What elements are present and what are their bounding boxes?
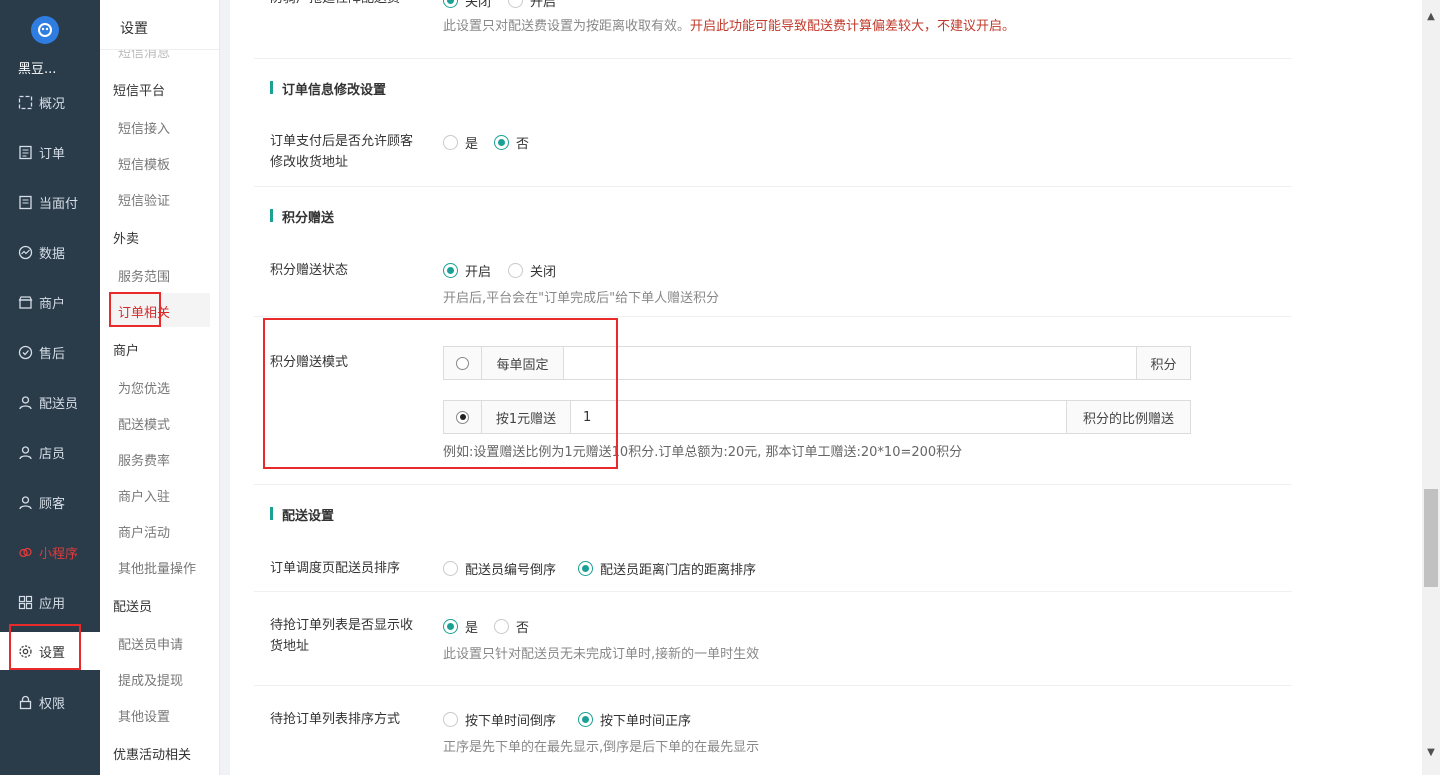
aftersale-icon bbox=[18, 345, 33, 359]
section-title-delivery: 配送设置 bbox=[270, 505, 334, 524]
scrollbar-thumb[interactable] bbox=[1424, 489, 1438, 587]
scroll-down-icon[interactable]: ▼ bbox=[1426, 748, 1436, 758]
brand-name: 黑豆... bbox=[18, 62, 57, 77]
overview-icon bbox=[18, 95, 33, 109]
subnav-item-service-area[interactable]: 服务范围 bbox=[118, 266, 170, 285]
subnav-item-order-related[interactable]: 订单相关 bbox=[110, 293, 210, 327]
nav-item-miniprogram[interactable]: 小程序 bbox=[0, 532, 100, 572]
distance-fee-label: 防骑户拖延性降配送费 bbox=[270, 0, 420, 9]
subnav-item-merchant-activity[interactable]: 商户活动 bbox=[118, 522, 170, 541]
subnav-item-sms-template[interactable]: 短信模板 bbox=[118, 154, 170, 173]
row-order-sort bbox=[254, 686, 1292, 775]
order-sort-hint: 正序是先下单的在最先显示,倒序是后下单的在最先显示 bbox=[443, 740, 760, 755]
points-fixed-radio[interactable] bbox=[444, 347, 482, 379]
nav-item-aftersale[interactable]: 售后 bbox=[0, 332, 100, 372]
nav-item-permissions[interactable]: 权限 bbox=[0, 682, 100, 722]
nav-item-order[interactable]: 订单 bbox=[0, 132, 100, 172]
points-ratio-group: 按1元赠送 1 积分的比例赠送 bbox=[443, 400, 1191, 434]
lock-icon bbox=[19, 695, 32, 709]
order-sort-desc-radio[interactable]: 按下单时间倒序 bbox=[443, 710, 556, 729]
points-mode-hint: 例如:设置赠送比例为1元赠送10积分.订单总额为:20元, 那本订单工赠送:20… bbox=[443, 445, 963, 460]
content-gap bbox=[221, 0, 230, 775]
data-icon bbox=[18, 245, 33, 259]
points-ratio-label: 按1元赠送 bbox=[482, 401, 571, 433]
subnav-item-sms-access[interactable]: 短信接入 bbox=[118, 118, 170, 137]
delivery-sort-number-radio[interactable]: 配送员编号倒序 bbox=[443, 559, 556, 578]
subnav-item-preferred[interactable]: 为您优选 bbox=[118, 378, 170, 397]
order-icon bbox=[19, 145, 32, 159]
subnav-item-commission[interactable]: 提成及提现 bbox=[118, 670, 183, 689]
subnav-title: 设置 bbox=[100, 0, 219, 50]
subnav-item-other-settings[interactable]: 其他设置 bbox=[118, 706, 170, 725]
nav-item-apps[interactable]: 应用 bbox=[0, 582, 100, 622]
subnav-item-sms-verify[interactable]: 短信验证 bbox=[118, 190, 170, 209]
show-address-hint: 此设置只针对配送员无未完成订单时,接新的一单时生效 bbox=[443, 647, 760, 662]
section-title-order-edit: 订单信息修改设置 bbox=[270, 79, 386, 98]
distance-fee-warning: 开启此功能可能导致配送费计算偏差较大，不建议开启。 bbox=[690, 19, 1016, 34]
points-status-on-radio[interactable]: 开启 bbox=[443, 261, 491, 280]
gear-icon bbox=[19, 644, 32, 658]
distance-fee-on-radio[interactable]: 开启 bbox=[508, 0, 556, 10]
scroll-up-icon[interactable]: ▲ bbox=[1426, 12, 1436, 22]
order-sort-asc-radio[interactable]: 按下单时间正序 bbox=[578, 710, 691, 729]
subnav-group-courier: 配送员 bbox=[113, 600, 153, 615]
section-title-points: 积分赠送 bbox=[270, 207, 334, 226]
nav-item-overview[interactable]: 概况 bbox=[0, 82, 100, 122]
points-fixed-group: 每单固定 积分 bbox=[443, 346, 1191, 380]
points-fixed-input[interactable] bbox=[564, 347, 1137, 379]
distance-fee-hint: 此设置只对配送费设置为按距离收取有效。开启此功能可能导致配送费计算偏差较大，不建… bbox=[443, 19, 1016, 34]
show-address-no-radio[interactable]: 否 bbox=[494, 617, 529, 636]
subnav-group-sms: 短信平台 bbox=[113, 84, 166, 99]
facepay-icon bbox=[19, 195, 32, 209]
distance-fee-off-radio[interactable]: 关闭 bbox=[443, 0, 491, 10]
apps-icon bbox=[18, 595, 33, 609]
settings-subnav: 设置 短信消息 短信平台 短信接入 短信模板 短信验证 外卖 服务范围 订单相关… bbox=[100, 0, 220, 775]
page-scrollbar[interactable]: ▲ ▼ bbox=[1422, 0, 1440, 775]
miniprogram-icon bbox=[19, 547, 32, 557]
customer-icon bbox=[19, 495, 32, 509]
order-edit-no-radio[interactable]: 否 bbox=[494, 133, 529, 152]
nav-item-settings[interactable]: 设置 bbox=[0, 632, 100, 670]
subnav-item-courier-apply[interactable]: 配送员申请 bbox=[118, 634, 183, 653]
subnav-item-merchant-join[interactable]: 商户入驻 bbox=[118, 486, 170, 505]
subnav-item-delivery-mode[interactable]: 配送模式 bbox=[118, 414, 170, 433]
points-fixed-suffix: 积分 bbox=[1137, 347, 1190, 379]
points-ratio-input[interactable]: 1 bbox=[571, 401, 1067, 433]
subnav-item-batch-ops[interactable]: 其他批量操作 bbox=[118, 558, 196, 577]
subnav-group-takeout: 外卖 bbox=[113, 232, 140, 247]
nav-item-courier[interactable]: 配送员 bbox=[0, 382, 100, 422]
points-status-off-radio[interactable]: 关闭 bbox=[508, 261, 556, 280]
points-ratio-suffix: 积分的比例赠送 bbox=[1067, 401, 1190, 433]
row-points-status bbox=[254, 187, 1292, 317]
points-fixed-label: 每单固定 bbox=[482, 347, 564, 379]
nav-item-customer[interactable]: 顾客 bbox=[0, 482, 100, 522]
show-address-yes-radio[interactable]: 是 bbox=[443, 617, 478, 636]
main-nav: 黑豆... 概况 订单 当面付 数据 商户 售后 配送员 店员 顾客 小程序 应… bbox=[0, 0, 100, 775]
delivery-sort-label: 订单调度页配送员排序 bbox=[270, 561, 401, 576]
nav-item-facepay[interactable]: 当面付 bbox=[0, 182, 100, 222]
subnav-item-service-fee[interactable]: 服务费率 bbox=[118, 450, 170, 469]
points-ratio-radio[interactable] bbox=[444, 401, 482, 433]
points-status-hint: 开启后,平台会在"订单完成后"给下单人赠送积分 bbox=[443, 291, 720, 306]
subnav-group-merchant: 商户 bbox=[113, 344, 140, 359]
order-sort-label: 待抢订单列表排序方式 bbox=[270, 712, 401, 727]
clerk-icon bbox=[19, 445, 32, 459]
points-status-label: 积分赠送状态 bbox=[270, 263, 349, 278]
nav-item-data[interactable]: 数据 bbox=[0, 232, 100, 272]
nav-item-shop[interactable]: 商户 bbox=[0, 282, 100, 322]
delivery-sort-distance-radio[interactable]: 配送员距离门店的距离排序 bbox=[578, 559, 756, 578]
points-mode-label: 积分赠送模式 bbox=[270, 355, 349, 370]
app-logo-icon[interactable] bbox=[31, 16, 59, 44]
shop-icon bbox=[18, 295, 33, 309]
nav-item-clerk[interactable]: 店员 bbox=[0, 432, 100, 472]
show-address-label: 待抢订单列表是否显示收货地址 bbox=[270, 618, 414, 654]
order-edit-yes-radio[interactable]: 是 bbox=[443, 133, 478, 152]
order-edit-label: 订单支付后是否允许顾客修改收货地址 bbox=[270, 134, 414, 170]
settings-content: 防骑户拖延性降配送费 关闭 开启 此设置只对配送费设置为按距离收取有效。开启此功… bbox=[230, 0, 1422, 775]
courier-icon bbox=[19, 395, 32, 409]
subnav-group-promo: 优惠活动相关 bbox=[113, 748, 192, 763]
